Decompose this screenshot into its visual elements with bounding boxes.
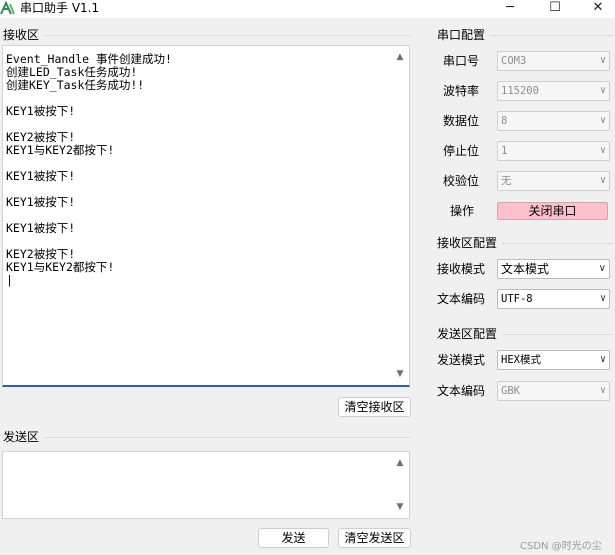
chevron-down-icon: ∨ — [599, 145, 606, 156]
window-title: 串口助手 V1.1 — [20, 1, 100, 15]
port-label: 串口号 — [443, 54, 480, 68]
send-encoding-select[interactable]: GBK ∨ — [497, 381, 610, 401]
close-button[interactable]: ✕ — [578, 0, 615, 18]
port-config-title: 串口配置 — [437, 28, 486, 42]
chevron-down-icon: ∨ — [598, 263, 606, 274]
baud-label: 波特率 — [443, 84, 480, 98]
clear-receive-button[interactable]: 清空接收区 — [338, 397, 411, 417]
receive-mode-label: 接收模式 — [437, 262, 486, 276]
send-area-title: 发送区 — [3, 430, 40, 444]
send-title-divider — [44, 437, 411, 438]
minimize-button[interactable]: ─ — [490, 0, 530, 18]
stop-bits-label: 停止位 — [443, 144, 480, 158]
send-encoding-select-value: GBK — [501, 385, 520, 397]
port-select-value: COM3 — [501, 55, 527, 67]
receive-config-divider — [502, 243, 613, 244]
watermark-text: CSDN @时光の尘 — [520, 541, 602, 552]
receive-scrollbar[interactable]: ▲ ▼ — [393, 46, 407, 385]
baud-select-value: 115200 — [501, 85, 539, 97]
parity-select-value: 无 — [501, 175, 512, 187]
send-config-divider — [502, 334, 613, 335]
receive-textarea[interactable]: Event_Handle 事件创建成功! 创建LED_Task任务成功! 创建K… — [2, 45, 410, 387]
clear-send-button[interactable]: 清空发送区 — [338, 528, 411, 548]
chevron-down-icon: ∨ — [599, 85, 606, 96]
receive-config-title: 接收区配置 — [437, 236, 498, 250]
scroll-down-arrow-icon[interactable]: ▼ — [393, 367, 407, 381]
scroll-down-arrow-icon[interactable]: ▼ — [393, 500, 407, 514]
receive-encoding-select[interactable]: UTF-8 ∨ — [497, 289, 610, 309]
send-encoding-label: 文本编码 — [437, 384, 486, 398]
send-mode-select[interactable]: HEX模式 ∨ — [497, 350, 610, 370]
chevron-down-icon: ∨ — [599, 354, 606, 365]
scroll-up-arrow-icon[interactable]: ▲ — [393, 50, 407, 64]
data-bits-label: 数据位 — [443, 114, 480, 128]
chevron-down-icon: ∨ — [599, 55, 606, 66]
send-scrollbar[interactable]: ▲ ▼ — [393, 452, 407, 518]
chevron-down-icon: ∨ — [599, 115, 606, 126]
chevron-down-icon: ∨ — [599, 175, 606, 186]
port-select[interactable]: COM3 ∨ — [497, 51, 610, 71]
receive-text: Event_Handle 事件创建成功! 创建LED_Task任务成功! 创建K… — [6, 52, 172, 287]
send-config-title: 发送区配置 — [437, 327, 498, 341]
parity-label: 校验位 — [443, 174, 480, 188]
operation-label: 操作 — [450, 204, 475, 218]
maximize-button[interactable]: ☐ — [535, 0, 575, 18]
receive-mode-select[interactable]: 文本模式 ∨ — [497, 259, 610, 279]
data-bits-select-value: 8 — [501, 115, 508, 127]
send-mode-select-value: HEX模式 — [501, 354, 541, 366]
stop-bits-select[interactable]: 1 ∨ — [497, 141, 610, 161]
scroll-up-arrow-icon[interactable]: ▲ — [393, 456, 407, 470]
send-mode-label: 发送模式 — [437, 353, 486, 367]
receive-encoding-select-value: UTF-8 — [501, 293, 533, 305]
close-port-button[interactable]: 关闭串口 — [497, 202, 608, 220]
data-bits-select[interactable]: 8 ∨ — [497, 111, 610, 131]
chevron-down-icon: ∨ — [599, 293, 606, 304]
receive-area-title: 接收区 — [3, 28, 40, 42]
chevron-down-icon: ∨ — [599, 385, 606, 396]
send-textarea[interactable]: ▲ ▼ — [2, 451, 410, 519]
receive-mode-select-value: 文本模式 — [501, 262, 550, 276]
stop-bits-select-value: 1 — [501, 145, 508, 157]
receive-title-divider — [44, 35, 411, 36]
baud-select[interactable]: 115200 ∨ — [497, 81, 610, 101]
port-config-divider — [490, 35, 613, 36]
send-button[interactable]: 发送 — [258, 528, 329, 548]
parity-select[interactable]: 无 ∨ — [497, 171, 610, 191]
title-bar[interactable]: 串口助手 V1.1 ─ ☐ ✕ — [0, 0, 615, 18]
receive-encoding-label: 文本编码 — [437, 292, 486, 306]
app-logo-icon — [0, 0, 15, 15]
